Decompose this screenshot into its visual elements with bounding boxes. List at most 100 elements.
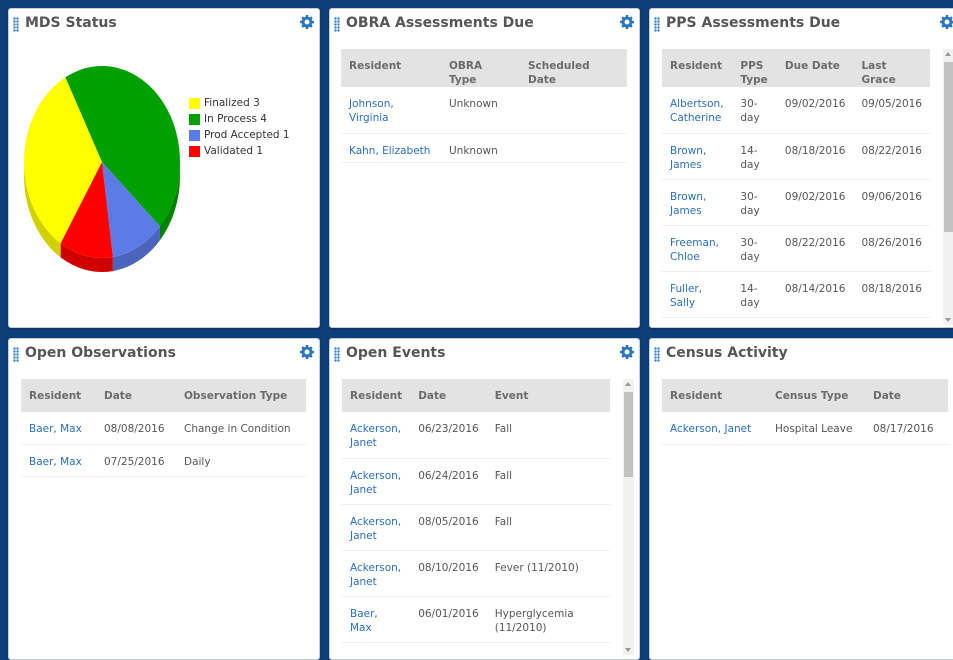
column-header-event[interactable]: Event <box>486 379 610 412</box>
scheduled-date-cell <box>520 133 627 163</box>
panel-header: Open Events <box>330 339 639 369</box>
table-row: Ackerson, Janet 06/23/2016 Fall <box>342 412 610 459</box>
drag-grip-icon[interactable] <box>13 17 19 32</box>
date-cell: 08/05/2016 <box>410 504 487 551</box>
event-cell: Fall <box>486 504 610 551</box>
resident-link[interactable]: Ackerson, Janet <box>350 470 401 496</box>
gear-icon[interactable] <box>620 345 634 359</box>
events-scrollbar[interactable] <box>623 379 634 655</box>
date-cell: 08/10/2016 <box>410 550 487 597</box>
date-cell: 07/25/2016 <box>96 444 176 477</box>
column-header-scheduled-date[interactable]: Scheduled Date <box>520 49 627 87</box>
legend-item: Prod Accepted 1 <box>189 127 290 143</box>
census-activity-panel: Census Activity Resident Census Type Dat… <box>649 338 953 660</box>
panel-header: MDS Status <box>9 9 319 39</box>
gear-icon[interactable] <box>940 15 953 29</box>
column-header-resident[interactable]: Resident <box>21 379 96 412</box>
resident-link[interactable]: Baer, Max <box>29 456 82 468</box>
event-cell: Fall <box>486 412 610 459</box>
table-row: Kahn, Elizabeth Unknown <box>341 133 627 163</box>
obra-type-cell: Unknown <box>441 133 520 163</box>
table-row: Freeman, Chloe 30- day 08/22/2016 08/26/2016 <box>662 225 930 272</box>
legend-item: Finalized 3 <box>189 95 290 111</box>
column-header-date[interactable]: Date <box>865 379 948 412</box>
last-grace-cell: 08/22/2016 <box>853 133 930 180</box>
pps-table: Resident PPS Type Due Date Last Grace Albe… <box>662 49 930 318</box>
scroll-up-icon[interactable] <box>625 382 631 386</box>
table-row: Baer, Max 07/25/2016 Daily <box>21 444 306 477</box>
event-cell: Fall <box>486 458 610 505</box>
legend-swatch <box>189 129 200 141</box>
drag-grip-icon[interactable] <box>334 17 340 32</box>
column-header-last-grace[interactable]: Last Grace <box>853 49 930 87</box>
pps-scrollbar[interactable] <box>943 49 953 325</box>
gear-icon[interactable] <box>300 345 314 359</box>
resident-link[interactable]: Freeman, Chloe <box>670 237 719 263</box>
drag-grip-icon[interactable] <box>654 347 660 362</box>
resident-link[interactable]: Brown, James <box>670 145 706 171</box>
gear-icon[interactable] <box>620 15 634 29</box>
event-cell: Hyperglycemia (11/2010) <box>486 596 610 643</box>
table-row: Baer, Max 08/08/2016 Change in Condition <box>21 412 306 445</box>
scroll-thumb[interactable] <box>624 392 633 477</box>
column-header-resident[interactable]: Resident <box>341 49 441 87</box>
column-header-obra-type[interactable]: OBRA Type <box>441 49 520 87</box>
drag-grip-icon[interactable] <box>654 17 660 32</box>
resident-link[interactable]: Baer, Max <box>29 423 82 435</box>
legend-item: Validated 1 <box>189 143 290 159</box>
panel-title: Census Activity <box>666 345 788 361</box>
column-header-census-type[interactable]: Census Type <box>767 379 865 412</box>
due-date-cell: 08/22/2016 <box>776 225 854 272</box>
pps-type-cell: 14- day <box>732 271 777 318</box>
observation-type-cell: Daily <box>176 444 306 477</box>
column-header-observation-type[interactable]: Observation Type <box>176 379 306 412</box>
open-observations-panel: Open Observations Resident Date Observat… <box>8 338 320 660</box>
resident-link[interactable]: Ackerson, Janet <box>350 516 401 542</box>
panel-header: Census Activity <box>650 339 953 369</box>
table-row: Ackerson, Janet 06/24/2016 Fall <box>342 458 610 505</box>
resident-link[interactable]: Brown, James <box>670 191 706 217</box>
column-header-resident[interactable]: Resident <box>662 379 767 412</box>
resident-link[interactable]: Kahn, Elizabeth <box>349 145 430 157</box>
table-row: Albertson, Catherine 30- day 09/02/2016 09/05… <box>662 87 930 134</box>
resident-link[interactable]: Ackerson, Janet <box>670 423 751 435</box>
pps-type-cell: 14- day <box>732 133 777 180</box>
drag-grip-icon[interactable] <box>334 347 340 362</box>
resident-link[interactable]: Albertson, Catherine <box>670 98 724 124</box>
drag-grip-icon[interactable] <box>13 347 19 362</box>
column-header-date[interactable]: Date <box>96 379 176 412</box>
gear-icon[interactable] <box>300 15 314 29</box>
resident-link[interactable]: Johnson, Virginia <box>349 98 394 124</box>
column-header-resident[interactable]: Resident <box>662 49 733 87</box>
mds-status-panel: MDS Status Finalized 3 In Process 4 Prod A… <box>8 8 320 328</box>
resident-link[interactable]: Fuller, Sally <box>670 283 702 309</box>
table-row: Fuller, Sally 14- day 08/14/2016 08/18/2016 <box>662 271 930 318</box>
scroll-thumb[interactable] <box>944 62 953 232</box>
table-row: Ackerson, Janet Hospital Leave 08/17/2016 <box>662 412 948 445</box>
table-row: Brown, James 30- day 09/02/2016 09/06/2016 <box>662 179 930 226</box>
resident-link[interactable]: Baer, Max <box>350 608 378 634</box>
pps-type-cell: 30- day <box>732 179 777 226</box>
scroll-down-icon[interactable] <box>625 648 631 652</box>
resident-link[interactable]: Ackerson, Janet <box>350 562 401 588</box>
panel-title: Open Events <box>346 345 446 361</box>
column-header-pps-type[interactable]: PPS Type <box>732 49 777 87</box>
scroll-down-icon[interactable] <box>945 318 951 322</box>
column-header-date[interactable]: Date <box>410 379 487 412</box>
observation-type-cell: Change in Condition <box>176 412 306 445</box>
panel-header: PPS Assessments Due <box>650 9 953 39</box>
table-row: Ackerson, Janet 08/10/2016 Fever (11/2010) <box>342 550 610 597</box>
legend-swatch <box>189 145 200 157</box>
panel-title: OBRA Assessments Due <box>346 15 534 31</box>
legend-label: In Process 4 <box>204 113 267 125</box>
scroll-up-icon[interactable] <box>945 52 951 56</box>
table-row: Baer, Max 06/01/2016 Hyperglycemia (11/2010… <box>342 596 610 643</box>
column-header-due-date[interactable]: Due Date <box>776 49 854 87</box>
column-header-resident[interactable]: Resident <box>342 379 411 412</box>
table-row: Brown, James 14- day 08/18/2016 08/22/2016 <box>662 133 930 180</box>
legend-swatch <box>189 113 200 125</box>
date-cell: 08/17/2016 <box>865 412 948 445</box>
resident-link[interactable]: Ackerson, Janet <box>350 423 401 449</box>
legend-swatch <box>189 97 200 109</box>
event-cell: Fever (11/2010) <box>486 550 610 597</box>
